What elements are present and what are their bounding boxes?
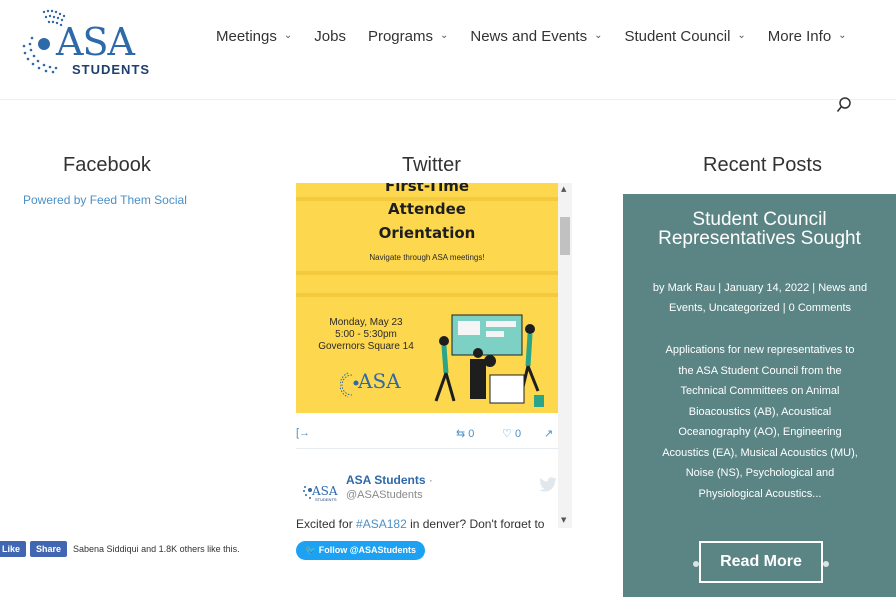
- facebook-like-button[interactable]: Like: [0, 541, 27, 557]
- poster-illustration: [434, 314, 544, 407]
- scrollbar-thumb[interactable]: [560, 217, 570, 255]
- nav-item-label: Student Council: [624, 28, 731, 45]
- nav-item-label: Programs: [367, 28, 433, 45]
- heart-icon: ♡: [502, 428, 512, 440]
- twitter-bird-icon: [539, 477, 557, 492]
- logo-text: ASA: [56, 20, 135, 64]
- nav-item-more-info[interactable]: More Info ⌄: [768, 28, 847, 45]
- tweet-handle: @ASAStudents: [346, 489, 423, 501]
- twitter-scrollbar[interactable]: ▲ ▼: [558, 183, 572, 528]
- nav-item-meetings[interactable]: Meetings ⌄: [216, 28, 292, 45]
- facebook-like-count: Sabena Siddiqui and 1.8K others like thi…: [73, 544, 240, 554]
- tweet-text-prefix: Excited for: [296, 517, 357, 528]
- nav-item-programs[interactable]: Programs ⌄: [368, 28, 448, 45]
- poster-logo-text: ASA: [358, 369, 401, 393]
- nav-item-label: Meetings: [216, 28, 277, 45]
- page: ASA STUDENTS Meetings ⌄ Jobs Programs ⌄ …: [0, 0, 896, 597]
- poster-line-2: Attendee: [388, 200, 466, 218]
- nav-item-label: More Info: [767, 28, 832, 45]
- facebook-like-bar: Like Share Sabena Siddiqui and 1.8K othe…: [0, 541, 240, 557]
- poster-location: Governors Square 14: [318, 341, 414, 352]
- retweet-count: 0: [468, 428, 475, 440]
- retweet-button[interactable]: ⇆ 0: [456, 427, 474, 440]
- chevron-down-icon: ⌄: [737, 30, 746, 41]
- poster-date: Monday, May 23: [329, 317, 403, 328]
- tweet-account-name-text: ASA Students: [346, 473, 426, 487]
- twitter-follow-button[interactable]: 🐦 Follow @ASAStudents: [296, 541, 426, 560]
- poster-subtitle: Navigate through ASA meetings!: [369, 253, 485, 262]
- facebook-share-button[interactable]: Share: [30, 541, 68, 557]
- scroll-up-icon[interactable]: ▲: [561, 185, 566, 193]
- recent-posts-heading: Recent Posts: [703, 154, 822, 176]
- twitter-bird-icon: 🐦: [305, 545, 317, 555]
- poster-line-3: Orientation: [378, 224, 476, 242]
- tweet-text: Excited for #ASA182 in denver? Don't for…: [296, 517, 558, 528]
- share-icon[interactable]: ↗: [544, 427, 553, 440]
- site-header: ASA STUDENTS Meetings ⌄ Jobs Programs ⌄ …: [0, 0, 896, 100]
- chevron-down-icon: ⌄: [283, 30, 293, 41]
- main-nav: Meetings ⌄ Jobs Programs ⌄ News and Even…: [216, 28, 869, 45]
- chevron-down-icon: ⌄: [594, 30, 603, 41]
- read-more-button[interactable]: Read More: [699, 541, 823, 583]
- tweet-text-rest: in denver? Don't forget to: [406, 517, 545, 528]
- twitter-timeline[interactable]: First-Time Attendee Orientation Navigate…: [296, 183, 572, 528]
- scroll-down-icon[interactable]: ▼: [561, 516, 566, 524]
- nav-item-news-and-events[interactable]: News and Events ⌄: [470, 28, 602, 45]
- logo-subtext: STUDENTS: [72, 62, 151, 77]
- facebook-heading: Facebook: [63, 154, 151, 176]
- like-count: 0: [514, 428, 522, 440]
- powered-by-link[interactable]: Powered by Feed Them Social: [23, 193, 187, 207]
- svg-text:STUDENTS: STUDENTS: [315, 497, 337, 502]
- post-excerpt: Applications for new representatives to …: [662, 344, 858, 500]
- nav-item-jobs[interactable]: Jobs: [314, 28, 346, 45]
- chevron-down-icon: ⌄: [439, 30, 449, 41]
- poster-details: Monday, May 23 5:00 - 5:30pm Governors S…: [318, 317, 414, 353]
- nav-item-student-council[interactable]: Student Council ⌄: [625, 28, 746, 45]
- chevron-down-icon: ⌄: [838, 30, 847, 41]
- poster-logo: ASA: [340, 367, 402, 401]
- twitter-heading: Twitter: [402, 154, 461, 176]
- tweet-image[interactable]: First-Time Attendee Orientation Navigate…: [296, 183, 558, 413]
- post-meta: by Mark Rau | January 14, 2022 | News an…: [652, 282, 868, 314]
- external-link-icon[interactable]: [→: [296, 427, 310, 439]
- svg-text:ASA: ASA: [311, 484, 338, 498]
- poster-line-1: First-Time: [384, 183, 470, 195]
- post-title[interactable]: Student Council Representatives Sought: [623, 210, 896, 248]
- nav-item-label: News and Events: [470, 28, 588, 45]
- avatar[interactable]: ASA STUDENTS: [298, 475, 338, 505]
- twitter-follow-label: Follow @ASAStudents: [318, 545, 417, 555]
- like-button[interactable]: ♡ 0: [502, 427, 521, 440]
- nav-item-label: Jobs: [314, 28, 346, 45]
- tweet-account-name[interactable]: ASA Students ·: [346, 473, 433, 487]
- tweet-account-name-separator: ·: [425, 473, 433, 487]
- tweet-actions: [→ ⇆ 0 ♡ 0 ↗: [296, 421, 558, 449]
- read-more-dot-right: [823, 561, 829, 567]
- search-icon[interactable]: [836, 96, 852, 114]
- recent-post-card: Student Council Representatives Sought b…: [623, 194, 896, 597]
- site-logo[interactable]: ASA STUDENTS: [18, 6, 149, 77]
- poster-time: 5:00 - 5:30pm: [335, 329, 397, 340]
- tweet-hashtag[interactable]: #ASA182: [356, 517, 407, 528]
- retweet-icon: ⇆: [456, 428, 466, 440]
- tweet-header: ASA STUDENTS ASA Students · @ASAStudents: [296, 465, 558, 515]
